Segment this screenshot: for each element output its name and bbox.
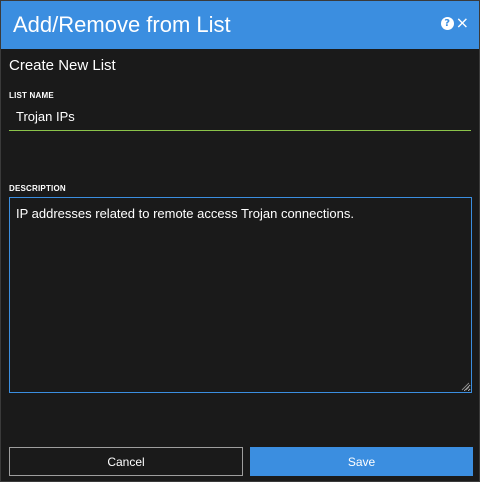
help-icon[interactable]: ? — [440, 16, 454, 30]
list-name-label: LIST NAME — [9, 91, 54, 100]
description-textarea[interactable]: IP addresses related to remote access Tr… — [9, 197, 472, 393]
dialog-title: Add/Remove from List — [13, 12, 231, 37]
add-remove-list-dialog: Add/Remove from List ? × Create New List… — [0, 0, 480, 482]
section-title: Create New List — [9, 57, 116, 74]
cancel-button[interactable]: Cancel — [9, 447, 243, 476]
save-button[interactable]: Save — [250, 447, 473, 476]
close-icon[interactable]: × — [456, 15, 469, 31]
list-name-input[interactable] — [9, 103, 471, 131]
titlebar-icons: ? × — [440, 15, 469, 31]
dialog-titlebar: Add/Remove from List ? × — [1, 1, 479, 49]
description-label: DESCRIPTION — [9, 184, 66, 193]
